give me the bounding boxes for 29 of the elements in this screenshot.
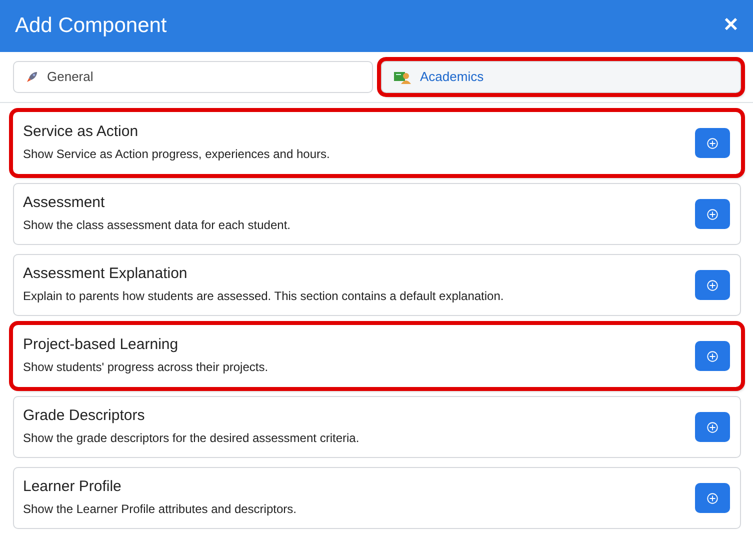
component-description: Show students' progress across their projects. bbox=[23, 359, 268, 376]
component-description: Show the Learner Profile attributes and descriptors. bbox=[23, 501, 296, 518]
plus-circle-icon bbox=[707, 138, 718, 148]
component-title: Learner Profile bbox=[23, 478, 122, 496]
component-title: Project-based Learning bbox=[23, 336, 180, 354]
rocket-icon bbox=[26, 71, 38, 83]
component-description: Show Service as Action progress, experiences and hours. bbox=[23, 146, 330, 163]
add-button[interactable] bbox=[695, 412, 730, 442]
plus-circle-icon bbox=[707, 492, 718, 504]
teacher-icon bbox=[394, 70, 411, 84]
close-button[interactable]: ✕ bbox=[723, 12, 739, 40]
plus-circle-icon bbox=[707, 422, 718, 432]
component-description: Show the class assessment data for each student. bbox=[23, 217, 290, 234]
tab[interactable]: General bbox=[13, 61, 373, 93]
add-button[interactable] bbox=[695, 199, 730, 229]
component-description: Show the grade descriptors for the desired assessment criteria. bbox=[23, 430, 360, 447]
plus-circle-icon bbox=[707, 280, 718, 290]
component-title: Service as Action bbox=[23, 123, 140, 141]
component-description: Explain to parents how students are assessed. This section contains a default explanation. bbox=[23, 288, 504, 305]
add-button[interactable] bbox=[695, 270, 730, 300]
component-title: Assessment Explanation bbox=[23, 265, 188, 283]
add-button[interactable] bbox=[695, 483, 730, 513]
component-title: Grade Descriptors bbox=[23, 407, 146, 425]
component-title: Assessment bbox=[23, 194, 106, 212]
add-button[interactable] bbox=[695, 128, 730, 158]
add-button[interactable] bbox=[695, 341, 730, 371]
window-title: Add Component bbox=[15, 13, 167, 40]
plus-circle-icon bbox=[707, 208, 718, 220]
plus-circle-icon bbox=[707, 350, 718, 362]
